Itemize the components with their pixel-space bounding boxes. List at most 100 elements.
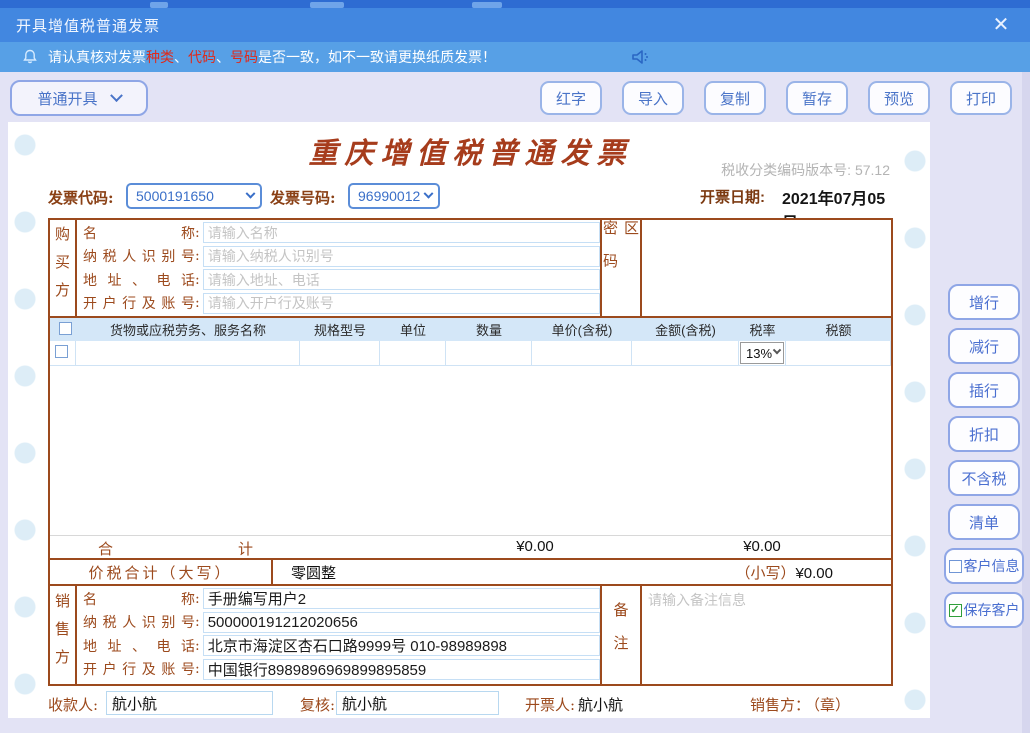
goods-table-header: 货物或应税劳务、服务名称 规格型号 单位 数量 单价(含税) 金额(含税) 税率… [50, 318, 891, 341]
red-invoice-button[interactable]: 红字 [540, 81, 602, 115]
seller-bank-label: 开户行及账号 [83, 662, 195, 679]
print-button[interactable]: 打印 [950, 81, 1012, 115]
remark-placeholder: 请输入备注信息 [648, 592, 746, 608]
issuer-label: 开票人: [525, 696, 576, 714]
spec-cell[interactable] [300, 341, 380, 366]
chevron-down-icon [423, 188, 434, 199]
seller-side-label: 销售方 [53, 593, 71, 677]
goods-row: 13% [50, 341, 891, 366]
copy-button[interactable]: 复制 [704, 81, 766, 115]
invoice-code-label: 发票代码: [48, 189, 114, 207]
add-row-button[interactable]: 增行 [948, 284, 1020, 320]
customer-info-checkbox[interactable] [948, 559, 962, 573]
tax-rate-select[interactable]: 13% [740, 342, 784, 364]
password-zone-label: 密码区 [601, 220, 640, 286]
invoice-code-value: 5000191650 [136, 188, 214, 204]
buyer-bank-input[interactable] [202, 292, 600, 314]
buyer-taxid-row: 纳税人识别号: [83, 245, 600, 269]
close-icon[interactable]: ✕ [988, 12, 1014, 38]
remark-column: 备注 [600, 586, 642, 684]
invoice-code-select[interactable]: 5000191650 [126, 183, 262, 209]
buyer-bank-label: 开户行及账号 [83, 296, 195, 313]
buyer-taxid-label: 纳税人识别号 [83, 249, 195, 266]
save-customer-checkbox[interactable]: ✓ [948, 603, 962, 617]
buyer-name-row: 名称: [83, 221, 600, 245]
decorative-dots-left [14, 134, 36, 704]
seller-taxid-label: 纳税人识别号 [83, 615, 195, 632]
buyer-address-row: 地址、电话: [83, 268, 600, 292]
seller-address-row: 地址、电话: [83, 634, 600, 658]
totals-amount: ¥0.00 [743, 538, 781, 555]
save-customer-button[interactable]: ✓ 保存客户 [944, 592, 1024, 628]
totals-row: 合计 ¥0.00 ¥0.00 [50, 535, 891, 558]
goods-table-empty-area [50, 366, 891, 535]
buyer-taxid-input[interactable] [202, 245, 600, 267]
quantity-cell[interactable] [446, 341, 532, 366]
tax-rate-cell: 13% [739, 341, 786, 366]
password-zone-area [642, 220, 891, 316]
unit-cell[interactable] [380, 341, 446, 366]
grand-total-small-label: （小写） [735, 563, 796, 582]
grand-total-words: 零圆整 [291, 564, 337, 582]
speaker-icon[interactable] [630, 48, 652, 71]
dialog-title: 开具增值税普通发票 [16, 17, 161, 35]
col-quantity: 数量 [475, 323, 502, 338]
col-unit: 单位 [399, 323, 426, 338]
seller-name-input[interactable] [202, 588, 600, 610]
list-button[interactable]: 清单 [948, 504, 1020, 540]
remove-row-button[interactable]: 减行 [948, 328, 1020, 364]
invoice-number-value: 96990012 [358, 188, 421, 204]
preview-button[interactable]: 预览 [868, 81, 930, 115]
issue-mode-value: 普通开具 [37, 90, 98, 108]
save-draft-button[interactable]: 暂存 [786, 81, 848, 115]
stamp-placeholder: （章） [805, 696, 851, 714]
issue-mode-select[interactable]: 普通开具 [10, 80, 148, 116]
totals-label: 合计 [98, 540, 253, 558]
buyer-side-column: 购买方 [50, 220, 77, 316]
dialog-titlebar: 开具增值税普通发票 ✕ [0, 8, 1030, 42]
buyer-address-label: 地址、电话 [83, 272, 195, 289]
invoice-code-row: 发票代码: 5000191650 发票号码: 96990012 开票日期: 20… [48, 183, 893, 232]
goods-name-cell[interactable] [76, 341, 300, 366]
unit-price-cell[interactable] [532, 341, 632, 366]
bell-icon [22, 49, 38, 65]
insert-row-button[interactable]: 插行 [948, 372, 1020, 408]
buyer-section: 购买方 名称: 纳税人识别号: 地址、电话: 开户行及账号: 密码区 [48, 218, 893, 318]
discount-button[interactable]: 折扣 [948, 416, 1020, 452]
amount-cell[interactable] [632, 341, 739, 366]
reviewer-input[interactable] [336, 691, 499, 715]
seller-taxid-input[interactable] [202, 611, 600, 633]
remark-label: 备注 [611, 602, 630, 668]
customer-info-button[interactable]: 客户信息 [944, 548, 1024, 584]
invoice-dialog: 开具增值税普通发票 ✕ 请认真核对发票种类、代码、号码是否一致，如不一致请更换纸… [0, 0, 1030, 733]
grand-total-label: 价税合计（大写） [50, 560, 273, 584]
import-button[interactable]: 导入 [622, 81, 684, 115]
payee-input[interactable] [106, 691, 273, 715]
invoice-number-select[interactable]: 96990012 [348, 183, 440, 209]
remark-area[interactable]: 请输入备注信息 [642, 586, 891, 684]
col-tax-rate: 税率 [749, 323, 776, 338]
seller-form: 名称: 纳税人识别号: 地址、电话: 开户行及账号: [77, 586, 600, 684]
reviewer-label: 复核: [300, 696, 336, 714]
customer-info-label: 客户信息 [963, 558, 1020, 574]
seller-name-row: 名称: [83, 587, 600, 611]
col-tax-amount: 税额 [825, 323, 852, 338]
buyer-name-input[interactable] [202, 222, 600, 244]
decorative-dots-right [904, 150, 926, 710]
seller-address-input[interactable] [202, 635, 600, 657]
col-amount: 金额(含税) [655, 323, 716, 338]
select-all-checkbox[interactable] [59, 321, 72, 335]
seller-side-column: 销售方 [50, 586, 77, 684]
signature-row: 收款人: 复核: 开票人: 航小航 销售方： （章） [48, 691, 893, 717]
seller-section: 销售方 名称: 纳税人识别号: 地址、电话: 开户行及账号: 备注 [48, 586, 893, 686]
goods-table: 货物或应税劳务、服务名称 规格型号 单位 数量 单价(含税) 金额(含税) 税率… [48, 318, 893, 586]
seller-bank-input[interactable] [202, 658, 600, 680]
col-goods-name: 货物或应税劳务、服务名称 [109, 323, 266, 338]
tax-exclusive-button[interactable]: 不含税 [948, 460, 1020, 496]
grand-total-row: 价税合计（大写） 零圆整 （小写）¥0.00 [50, 558, 891, 584]
row-checkbox[interactable] [55, 345, 68, 358]
tax-amount-cell[interactable] [786, 341, 891, 366]
seller-stamp-label: 销售方： [750, 696, 811, 714]
buyer-address-input[interactable] [202, 269, 600, 291]
col-spec: 规格型号 [313, 323, 366, 338]
